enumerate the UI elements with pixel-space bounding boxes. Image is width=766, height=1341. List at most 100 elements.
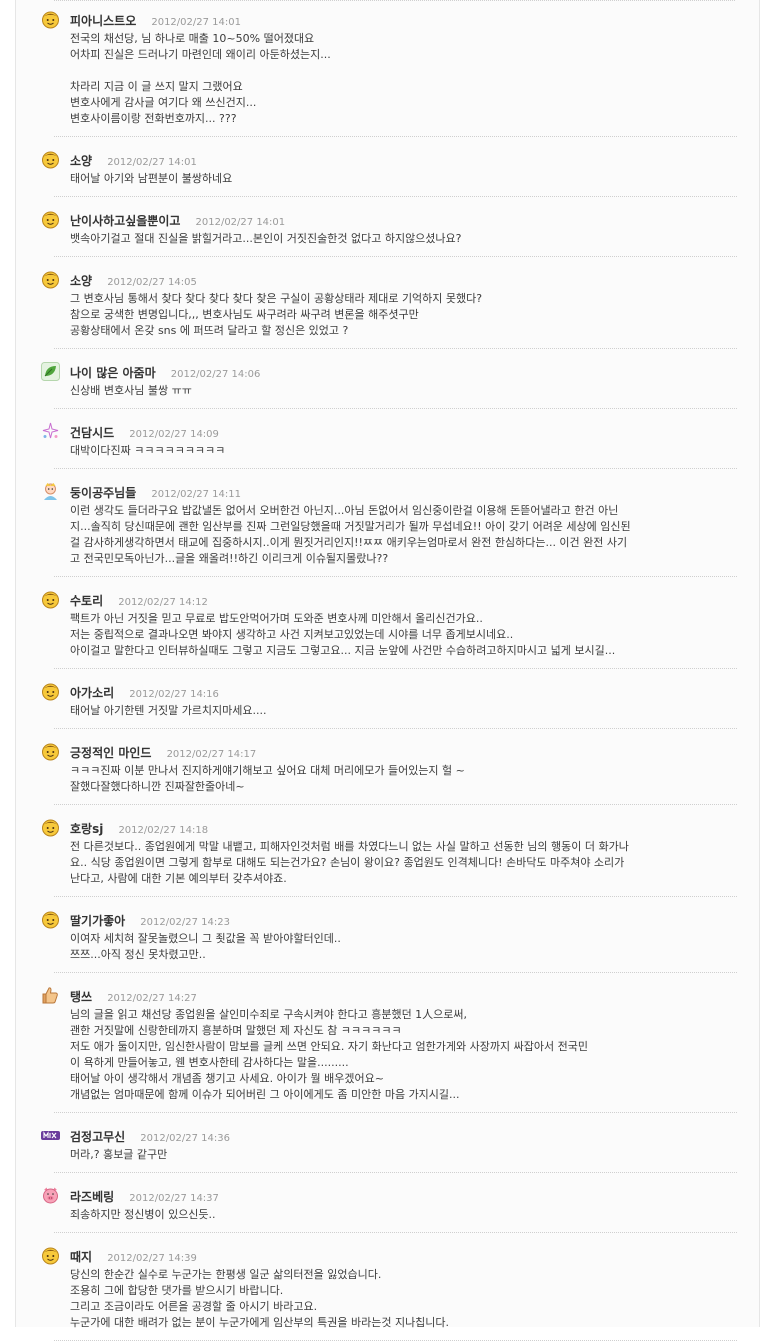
comment-body: 죄송하지만 정신병이 있으신듯.. — [70, 1207, 737, 1223]
comment-text-line: 태어날 아이 생각해서 개념좀 챙기고 사세요. 아이가 뭘 배우겠어요~ — [70, 1072, 384, 1085]
comment-panel: 피아니스트오 2012/02/27 14:01 전국의 채선당, 님 하나로 매… — [15, 0, 760, 1329]
comment-date: 2012/02/27 14:01 — [107, 157, 197, 168]
comment-author[interactable]: 수토리 — [70, 594, 103, 608]
comment-body: 태어날 아기와 남편분이 불쌍하네요 — [70, 171, 737, 187]
comment-text-line: 지...솔직히 당신때문에 괜한 임산부를 진짜 그런일당했을때 거짓말거리가 … — [70, 520, 631, 533]
comment-text-line: 대박이다진짜 ㅋㅋㅋㅋㅋㅋㅋㅋㅋ — [70, 444, 226, 457]
comment-text-line: 신상배 변호사님 불쌍 ㅠㅠ — [70, 384, 192, 397]
comment-date: 2012/02/27 14:11 — [151, 489, 241, 500]
comment-body: ㅋㅋㅋ진짜 이분 만나서 진지하게얘기해보고 싶어요 대체 머리에모가 들어있는… — [70, 763, 737, 795]
comment-body: 전국의 채선당, 님 하나로 매출 10~50% 떨어졌대요어차피 진실은 드러… — [70, 31, 737, 127]
comment-meta: 둥이공주님들 2012/02/27 14:11 — [70, 482, 737, 502]
comment-text-line: 저는 중립적으로 결과나오면 봐야지 생각하고 사건 지켜보고있었는데 시야를 … — [70, 628, 514, 641]
comment-item: 호랑sj 2012/02/27 14:18 전 다른것보다.. 종업원에게 막말… — [16, 815, 761, 897]
comment-author[interactable]: 라즈베링 — [70, 1190, 114, 1204]
comment-author[interactable]: 소양 — [70, 154, 92, 168]
thumbs-up-icon — [40, 985, 61, 1006]
comment-author[interactable]: 피아니스트오 — [70, 14, 136, 28]
comment-date: 2012/02/27 14:09 — [129, 429, 219, 440]
comment-body: 머라,? 홍보글 같구만 — [70, 1147, 737, 1163]
comment-text-line: 요.. 식당 종업원이면 그렇게 함부로 대해도 되는건가요? 손님이 왕이요?… — [70, 856, 625, 869]
pig-icon — [40, 1185, 61, 1206]
comment-text-line: 머라,? 홍보글 같구만 — [70, 1148, 168, 1161]
comment-list: 피아니스트오 2012/02/27 14:01 전국의 채선당, 님 하나로 매… — [16, 7, 761, 1341]
smiley-face-icon — [40, 817, 61, 838]
comment-date: 2012/02/27 14:37 — [129, 1193, 219, 1204]
comment-text-line: 저도 애가 둘이지만, 임신한사람이 맘보를 글케 쓰면 안되요. 자기 화난다… — [70, 1040, 588, 1053]
comment-meta: 딸기가좋아 2012/02/27 14:23 — [70, 910, 737, 930]
comment-text-line: 죄송하지만 정신병이 있으신듯.. — [70, 1208, 216, 1221]
comment-author[interactable]: 탱쓰 — [70, 990, 92, 1004]
smiley-face-icon — [40, 589, 61, 610]
comment-text-line: 이런 생각도 들더라구요 밥값낼돈 없어서 오버한건 아닌지...아님 돈없어서… — [70, 504, 619, 517]
comment-item: 수토리 2012/02/27 14:12 팩트가 아닌 거짓을 믿고 무료로 밥… — [16, 587, 761, 669]
comment-text-line: 그리고 조금이라도 어른을 공경할 줄 아시기 바라고요. — [70, 1300, 318, 1313]
comment-text-line: 변호사에게 감사글 여기다 왜 쓰신건지... — [70, 96, 257, 109]
comment-item: 딸기가좋아 2012/02/27 14:23 이여자 세치혀 잘못놀렸으니 그 … — [16, 907, 761, 973]
comment-text-line: 잘했다잘했다하니깐 진짜잘한줄아네~ — [70, 780, 245, 793]
comment-meta: 탱쓰 2012/02/27 14:27 — [70, 986, 737, 1006]
comment-meta: 때지 2012/02/27 14:39 — [70, 1246, 737, 1266]
comment-author[interactable]: 딸기가좋아 — [70, 914, 125, 928]
comment-meta: 긍정적인 마인드 2012/02/27 14:17 — [70, 742, 737, 762]
comment-text-line: 차라리 지금 이 글 쓰지 말지 그랬어요 — [70, 80, 243, 93]
comment-text-line: 당신의 한순간 실수로 누군가는 한평생 일군 삶의터전을 잃었습니다. — [70, 1268, 382, 1281]
comment-author[interactable]: 소양 — [70, 274, 92, 288]
comment-text-line: 뱃속아기걸고 절대 진실을 밝힐거라고...본인이 거짓진술한것 없다고 하지않… — [70, 232, 462, 245]
comment-body: 이여자 세치혀 잘못놀렸으니 그 죗값을 꼭 받아야할터인데.. 쯔쯔...아직 … — [70, 931, 737, 963]
comment-body: 당신의 한순간 실수로 누군가는 한평생 일군 삶의터전을 잃었습니다. 조용히 … — [70, 1267, 737, 1331]
comment-date: 2012/02/27 14:17 — [166, 749, 257, 760]
comment-body: 팩트가 아닌 거짓을 믿고 무료로 밥도안먹어가며 도와준 변호사께 미안해서 … — [70, 611, 737, 659]
comment-item: 검정고무신 2012/02/27 14:36 머라,? 홍보글 같구만 — [16, 1123, 761, 1173]
comment-text-line: 전국의 채선당, 님 하나로 매출 10~50% 떨어졌대요 — [70, 32, 315, 45]
comment-meta: 검정고무신 2012/02/27 14:36 — [70, 1126, 737, 1146]
comment-author[interactable]: 둥이공주님들 — [70, 486, 136, 500]
comment-meta: 건담시드 2012/02/27 14:09 — [70, 422, 737, 442]
smiley-face-icon — [40, 269, 61, 290]
comment-text-line: 난다고, 사람에 대한 기본 예의부터 갖추셔야죠. — [70, 872, 287, 885]
comment-meta: 소양 2012/02/27 14:05 — [70, 270, 737, 290]
comment-meta: 난이사하고싶을뿐이고 2012/02/27 14:01 — [70, 210, 737, 230]
comment-date: 2012/02/27 14:06 — [170, 369, 261, 380]
comment-author[interactable]: 나이 많은 아줌마 — [70, 366, 156, 380]
smiley-face-icon — [40, 741, 61, 762]
comment-author[interactable]: 긍정적인 마인드 — [70, 746, 151, 760]
comment-item: 긍정적인 마인드 2012/02/27 14:17 ㅋㅋㅋ진짜 이분 만나서 진… — [16, 739, 761, 805]
comment-body: 신상배 변호사님 불쌍 ㅠㅠ — [70, 383, 737, 399]
comment-body: 이런 생각도 들더라구요 밥값낼돈 없어서 오버한건 아닌지...아님 돈없어서… — [70, 503, 737, 567]
comment-text-line: 이여자 세치혀 잘못놀렸으니 그 죗값을 꼭 받아야할터인데.. — [70, 932, 341, 945]
comment-date: 2012/02/27 14:27 — [107, 993, 197, 1004]
comment-item: 둥이공주님들 2012/02/27 14:11 이런 생각도 들더라구요 밥값낼… — [16, 479, 761, 577]
comment-text-line: 참으로 궁색한 변명입니다,,, 변호사님도 싸구려라 싸구려 변론을 해주셧구… — [70, 308, 419, 321]
smiley-face-icon — [40, 681, 61, 702]
comment-body: 그 변호사님 통해서 찾다 찾다 찾다 찾다 찾은 구실이 공황상태라 제대로 … — [70, 291, 737, 339]
comment-author[interactable]: 건담시드 — [70, 426, 114, 440]
comment-text-line: 아이걸고 말한다고 인터뷰하실때도 그렇고 지금도 그렇고요... 지금 눈앞에… — [70, 644, 616, 657]
comment-author[interactable]: 호랑sj — [70, 822, 103, 836]
comment-body: 태어날 아기한텐 거짓말 가르치지마세요.... — [70, 703, 737, 719]
comment-item: 소양 2012/02/27 14:05 그 변호사님 통해서 찾다 찾다 찾다 … — [16, 267, 761, 349]
comment-meta: 수토리 2012/02/27 14:12 — [70, 590, 737, 610]
comment-text-line: 팩트가 아닌 거짓을 믿고 무료로 밥도안먹어가며 도와준 변호사께 미안해서 … — [70, 612, 483, 625]
sparkle-icon — [40, 421, 61, 442]
comment-text-line: 고 전국민모독아닌가...글을 왜올려!!하긴 이리크게 이슈될지몰랐나?? — [70, 552, 389, 565]
comment-author[interactable]: 아가소리 — [70, 686, 114, 700]
comment-text-line: 어차피 진실은 드러나기 마련인데 왜이리 아둔하셨는지... — [70, 48, 331, 61]
comment-meta: 호랑sj 2012/02/27 14:18 — [70, 818, 737, 838]
comment-text-line: 전 다른것보다.. 종업원에게 막말 내뱉고, 피해자인것처럼 배를 차였다느니… — [70, 840, 629, 853]
comment-author[interactable]: 난이사하고싶을뿐이고 — [70, 214, 180, 228]
comment-text-line: ㅋㅋㅋ진짜 이분 만나서 진지하게얘기해보고 싶어요 대체 머리에모가 들어있는… — [70, 764, 465, 777]
comment-item: 나이 많은 아줌마 2012/02/27 14:06 신상배 변호사님 불쌍 ㅠ… — [16, 359, 761, 409]
comment-date: 2012/02/27 14:23 — [140, 917, 230, 928]
comment-body: 뱃속아기걸고 절대 진실을 밝힐거라고...본인이 거짓진술한것 없다고 하지않… — [70, 231, 737, 247]
comment-author[interactable]: 때지 — [70, 1250, 92, 1264]
comment-author[interactable]: 검정고무신 — [70, 1130, 125, 1144]
leaf-icon — [40, 361, 61, 382]
comment-text-line: 조용히 그에 합당한 댓가를 받으시기 바랍니다. — [70, 1284, 284, 1297]
comment-text-line: 태어날 아기와 남편분이 불쌍하네요 — [70, 172, 233, 185]
comment-date: 2012/02/27 14:01 — [151, 17, 241, 28]
comment-item: 탱쓰 2012/02/27 14:27 님의 글을 읽고 채선당 종업원을 살인… — [16, 983, 761, 1113]
comment-date: 2012/02/27 14:05 — [107, 277, 197, 288]
comment-item: 건담시드 2012/02/27 14:09 대박이다진짜 ㅋㅋㅋㅋㅋㅋㅋㅋㅋ — [16, 419, 761, 469]
smiley-face-icon — [40, 909, 61, 930]
